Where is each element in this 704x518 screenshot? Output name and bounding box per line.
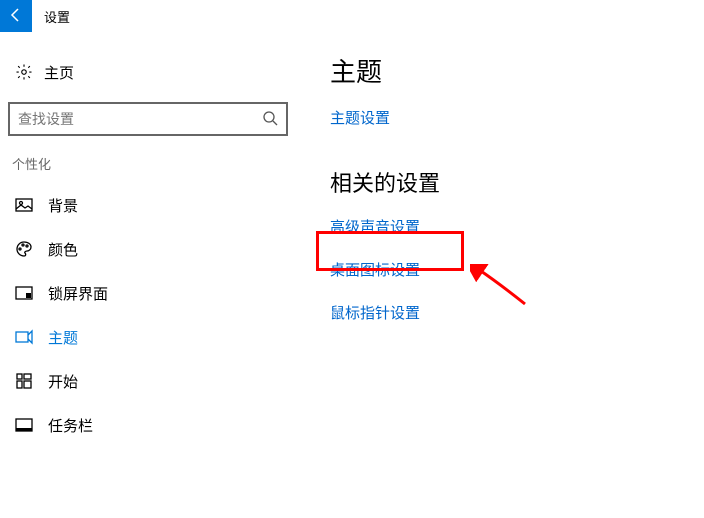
link-desktop-icons[interactable]: 桌面图标设置 <box>330 259 440 280</box>
start-icon <box>12 373 36 389</box>
sidebar-item-start[interactable]: 开始 <box>8 359 300 403</box>
sidebar-item-label: 任务栏 <box>48 415 93 436</box>
sidebar-item-label: 锁屏界面 <box>48 283 108 304</box>
gear-icon <box>12 63 36 81</box>
link-mouse-pointer[interactable]: 鼠标指针设置 <box>330 302 440 323</box>
main-panel: 主题 主题设置 相关的设置 高级声音设置 桌面图标设置 鼠标指针设置 <box>300 40 440 447</box>
theme-icon <box>12 329 36 345</box>
home-button[interactable]: 主页 <box>8 52 300 92</box>
home-label: 主页 <box>44 62 74 83</box>
nav-list: 背景 颜色 锁屏界面 <box>8 183 300 447</box>
arrow-left-icon <box>8 7 24 26</box>
titlebar-label: 设置 <box>44 7 70 26</box>
palette-icon <box>12 240 36 258</box>
sidebar-item-taskbar[interactable]: 任务栏 <box>8 403 300 447</box>
search-input[interactable] <box>8 102 288 136</box>
sidebar-item-label: 主题 <box>48 327 78 348</box>
sidebar-item-label: 颜色 <box>48 239 78 260</box>
sidebar: 主页 个性化 背景 <box>0 40 300 447</box>
sidebar-item-themes[interactable]: 主题 <box>8 315 300 359</box>
related-heading: 相关的设置 <box>330 166 440 198</box>
sidebar-item-colors[interactable]: 颜色 <box>8 227 300 271</box>
titlebar: 设置 <box>0 0 704 32</box>
sidebar-item-lockscreen[interactable]: 锁屏界面 <box>8 271 300 315</box>
link-theme-settings[interactable]: 主题设置 <box>330 107 440 128</box>
taskbar-icon <box>12 418 36 432</box>
section-title: 个性化 <box>8 154 300 173</box>
sidebar-item-label: 背景 <box>48 195 78 216</box>
lockscreen-icon <box>12 286 36 300</box>
link-advanced-sound[interactable]: 高级声音设置 <box>330 216 440 237</box>
search-icon <box>262 110 278 129</box>
back-button[interactable] <box>0 0 32 32</box>
page-heading: 主题 <box>330 52 440 89</box>
sidebar-item-background[interactable]: 背景 <box>8 183 300 227</box>
search-field[interactable] <box>18 111 248 127</box>
picture-icon <box>12 198 36 212</box>
sidebar-item-label: 开始 <box>48 371 78 392</box>
